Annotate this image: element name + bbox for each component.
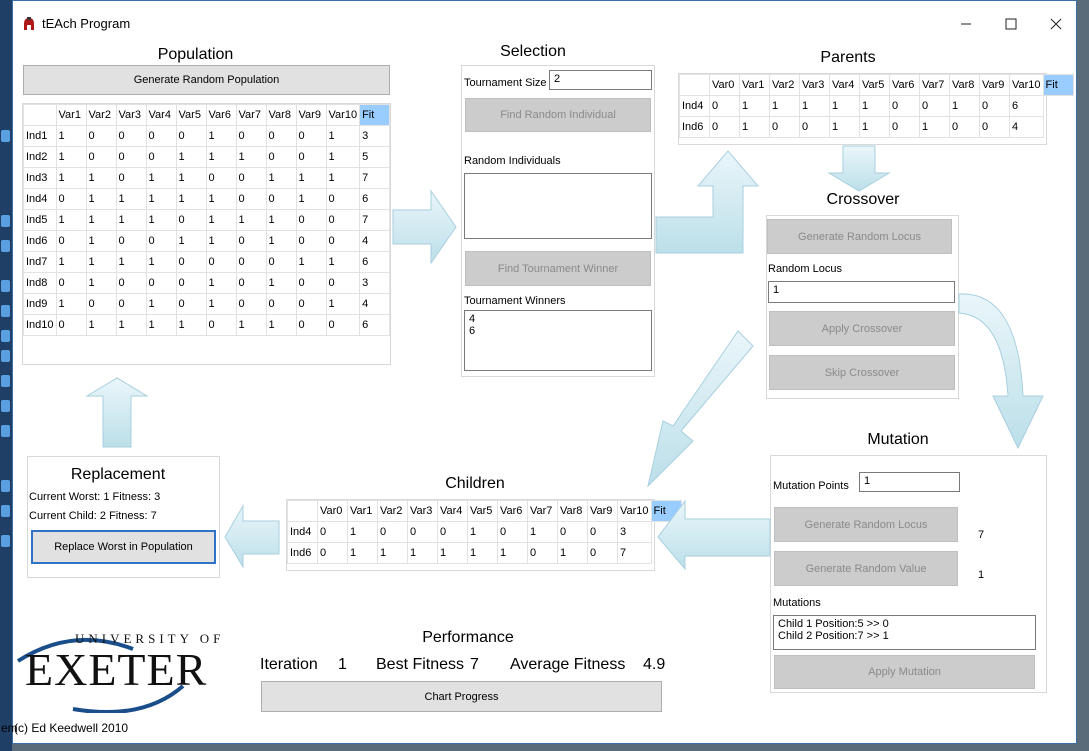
arrow-curve-down-icon — [958, 293, 1044, 450]
desktop-icon — [1, 535, 10, 547]
desktop-icon — [1, 330, 10, 342]
desktop-icon — [1, 215, 10, 227]
arrow-left-icon — [657, 499, 771, 571]
arrow-right-icon — [392, 189, 457, 265]
arrow-left-icon — [224, 504, 280, 569]
arrow-up-icon — [655, 150, 760, 254]
desktop-icon — [1, 375, 10, 387]
desktop-background-strip — [0, 0, 12, 751]
desktop-icon — [1, 130, 10, 142]
desktop-icon — [1, 305, 10, 317]
desktop-icon — [1, 240, 10, 252]
desktop-icon — [1, 425, 10, 437]
desktop-icon — [1, 505, 10, 517]
desktop-icon — [1, 280, 10, 292]
app-window: tEAch Program Population Generate Random… — [1, 0, 1077, 744]
flow-arrows — [85, 145, 1044, 571]
desktop-icon — [1, 350, 10, 362]
arrow-down-icon — [827, 145, 891, 192]
desktop-icon — [1, 480, 10, 492]
arrow-diagonal-icon — [647, 330, 754, 488]
arrow-up-icon — [85, 377, 149, 448]
desktop-icon — [1, 400, 10, 412]
